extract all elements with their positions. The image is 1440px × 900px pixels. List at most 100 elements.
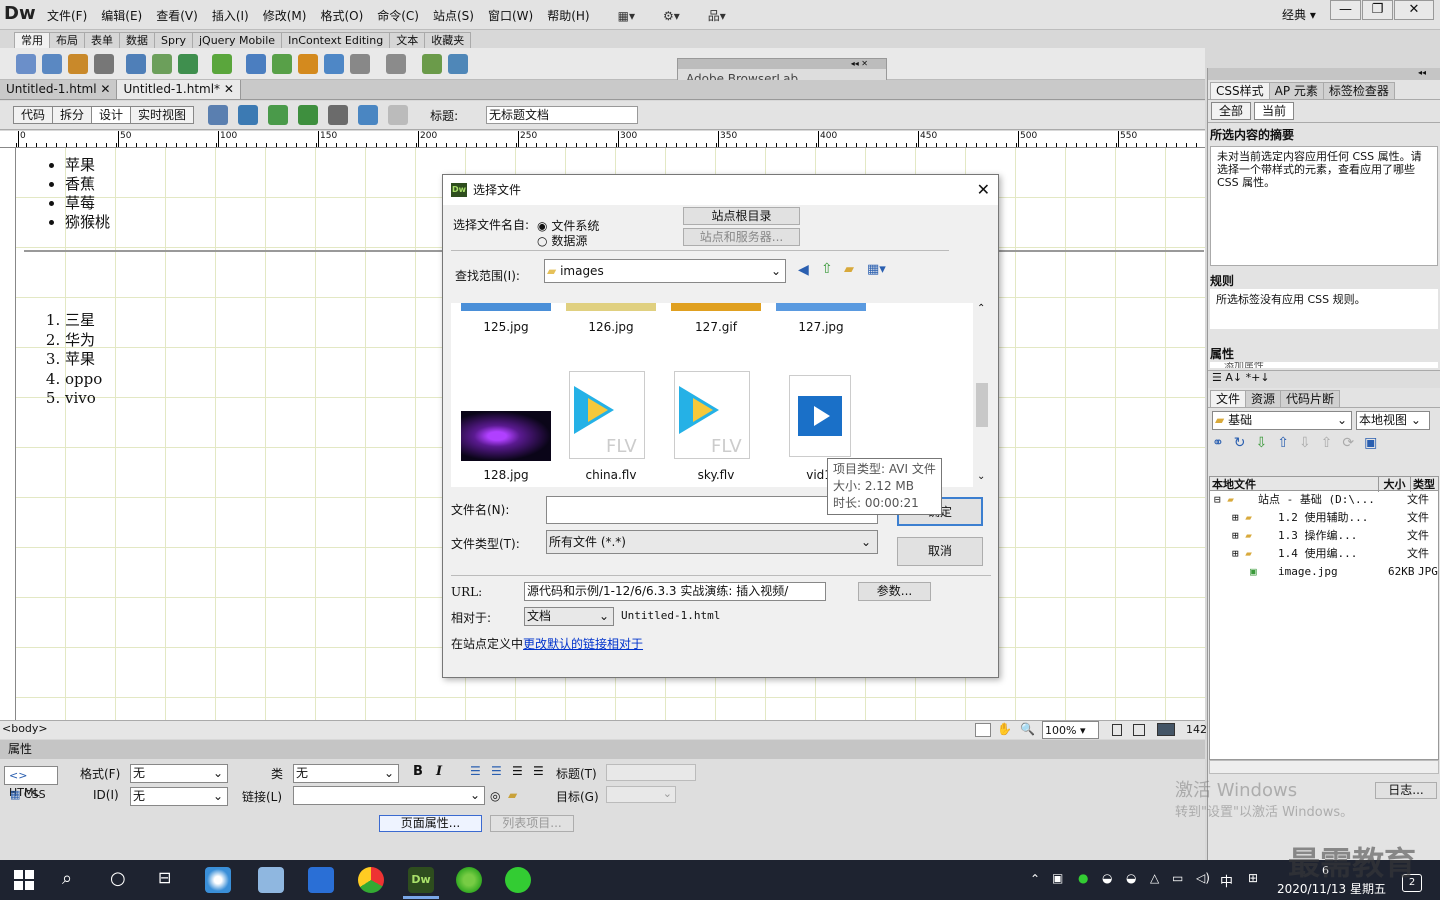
dreamweaver-taskbar-icon[interactable]: Dw [408,867,434,893]
bold-icon[interactable]: B [413,764,423,779]
file-item[interactable]: 128.jpg [456,468,556,482]
scroll-up-icon[interactable]: ⌃ [977,303,985,314]
layout-icon[interactable]: ▦▾ [611,9,642,23]
checkin-icon[interactable]: ⇧ [1321,435,1333,451]
panel-collapse-icon[interactable]: ◂◂ [1208,68,1440,80]
relative-select[interactable]: 文档 ⌄ [524,607,614,626]
site-icon[interactable]: 品▾ [701,7,733,24]
table-icon[interactable] [126,53,146,74]
point-to-file-icon[interactable]: ◎ [490,789,500,803]
file-item[interactable]: sky.flv [666,468,766,482]
menu-format[interactable]: 格式(O) [313,7,370,24]
file-row[interactable]: ⊟ ▰ 站点 - 基础 (D:\... 文件 [1210,491,1438,509]
doc-tab-2[interactable]: Untitled-1.html* ✕ [117,80,241,99]
desktop-size-icon[interactable] [1157,723,1175,736]
tab-spry[interactable]: Spry [154,31,193,48]
view-menu-icon[interactable]: ▦▾ [867,262,886,277]
tab-jquery-mobile[interactable]: jQuery Mobile [192,31,283,48]
tray-wechat-icon[interactable]: ● [1078,871,1088,885]
app-melon-icon[interactable] [456,867,482,893]
site-server-button[interactable]: 站点和服务器... [683,228,800,246]
site-select[interactable]: ▰ 基础 ⌄ [1212,411,1352,430]
split-view-button[interactable]: 拆分 [52,106,93,124]
italic-icon[interactable]: I [436,764,442,779]
tab-css-styles[interactable]: CSS样式 [1210,82,1270,99]
file-item[interactable]: china.flv [561,468,661,482]
mobile-size-icon[interactable] [1112,724,1122,736]
outdent-icon[interactable]: ☰ [512,764,523,778]
tab-files[interactable]: 文件 [1210,390,1247,407]
col-type[interactable]: 类型 [1410,475,1435,492]
menu-view[interactable]: 查看(V) [149,7,205,24]
grid-scrollbar[interactable]: ⌃ ⌄ [973,303,991,487]
app-pinwheel-icon[interactable] [205,867,231,893]
network-icon[interactable]: ▭ [1172,871,1183,885]
task-view-icon[interactable]: ⊟ [158,868,171,887]
cortana-icon[interactable]: ○ [110,868,126,889]
collapse-icon[interactable]: ◂◂ ✕ [678,59,886,69]
list-item-button[interactable]: 列表项目... [490,815,574,832]
view-select[interactable]: 本地视图 ⌄ [1356,411,1430,430]
chrome-icon[interactable] [358,867,384,893]
close-window-button[interactable]: ✕ [1394,0,1434,20]
target-select[interactable]: ⌄ [606,786,676,803]
html-mode-button[interactable]: <> HTML [4,766,58,799]
tray-qq2-icon[interactable]: ◒ [1126,871,1136,885]
connect-icon[interactable]: ⚭ [1212,435,1224,451]
back-icon[interactable]: ◀ [798,262,809,278]
anchor-icon[interactable] [68,53,88,74]
new-folder-icon[interactable]: ▰ [844,262,854,277]
file-row[interactable]: ⊞ ▰ 1.2 使用辅助... 文件 [1210,509,1438,527]
div-icon[interactable] [152,53,172,74]
filetype-select[interactable]: 所有文件 (*.*) ⌄ [546,530,878,554]
tab-incontext[interactable]: InContext Editing [281,31,391,48]
scroll-thumb[interactable] [976,383,988,427]
file-item[interactable]: 125.jpg [456,320,556,334]
class-select[interactable]: 无 ⌄ [293,764,399,783]
media-icon[interactable] [212,53,232,74]
col-local-files[interactable]: 本地文件 [1210,476,1378,492]
file-row[interactable]: ⊞ ▰ 1.4 使用编... 文件 [1210,545,1438,563]
app-wps-icon[interactable] [308,867,334,893]
zoom-icon[interactable]: 🔍 [1020,722,1035,736]
refresh-icon[interactable] [388,105,409,125]
code-view-button[interactable]: 代码 [13,106,54,124]
page-properties-button[interactable]: 页面属性... [379,815,482,832]
browse-folder-icon[interactable]: ▰ [508,788,517,802]
tray-app-icon[interactable]: ▣ [1052,871,1063,885]
scroll-down-icon[interactable]: ⌄ [977,471,985,482]
inspect-icon[interactable] [358,105,379,125]
gear-icon[interactable]: ⚙▾ [656,9,687,23]
menu-command[interactable]: 命令(C) [370,7,426,24]
live-view-button[interactable]: 实时视图 [130,106,195,124]
tab-snippets[interactable]: 代码片断 [1280,390,1341,407]
image-icon[interactable] [178,53,198,74]
tab-assets[interactable]: 资源 [1245,390,1282,407]
preview-icon[interactable] [238,105,259,125]
volume-icon[interactable]: ◁) [1196,871,1210,885]
file-item[interactable]: 126.jpg [561,320,661,334]
file-row[interactable]: ⊞ ▰ 1.3 操作编... 文件 [1210,527,1438,545]
hr-icon[interactable] [94,53,114,74]
wechat-icon[interactable] [505,867,531,893]
menu-file[interactable]: 文件(F) [40,7,94,24]
change-default-link[interactable]: 更改默认的链接相对于 [523,637,643,651]
multiscreen-icon[interactable] [208,105,229,125]
file-row[interactable]: ▣ image.jpg 62KB JPG [1210,563,1438,581]
menu-site[interactable]: 站点(S) [426,7,481,24]
widget-icon[interactable] [246,53,266,74]
parameters-button[interactable]: 参数... [858,582,931,601]
cancel-button[interactable]: 取消 [897,537,983,566]
doc-tab-1[interactable]: Untitled-1.html ✕ [0,80,118,99]
menu-modify[interactable]: 修改(M) [256,7,314,24]
look-in-select[interactable]: ▰ images ⌄ [544,259,786,283]
file-item[interactable]: 127.jpg [771,320,871,334]
tray-chevron-icon[interactable]: ⌃ [1030,872,1040,886]
templates-icon[interactable] [422,53,442,74]
log-button[interactable]: 日志... [1375,782,1437,799]
head-icon[interactable] [350,53,370,74]
tab-ap-elements[interactable]: AP 元素 [1268,82,1324,99]
tab-forms[interactable]: 表单 [84,31,120,48]
checkout-icon[interactable]: ⇩ [1299,435,1311,451]
tab-data[interactable]: 数据 [119,31,155,48]
